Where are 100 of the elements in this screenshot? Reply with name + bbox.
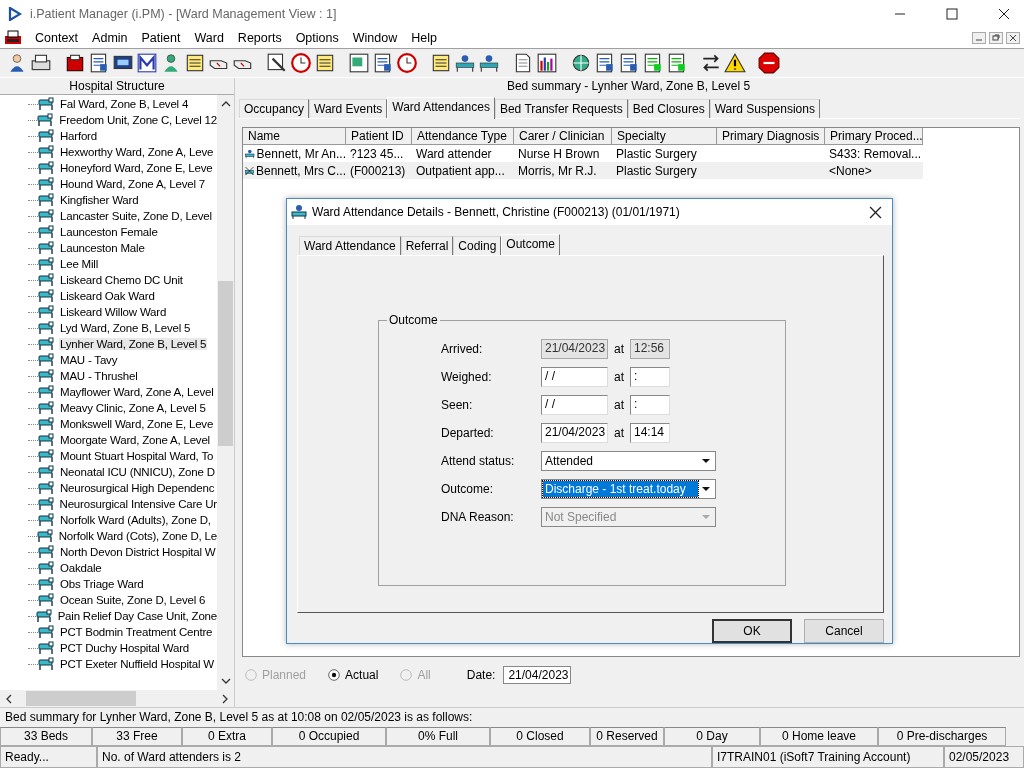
tree-item[interactable]: Ocean Suite, Zone D, Level 6 bbox=[59, 594, 207, 606]
form-icon[interactable] bbox=[88, 52, 110, 74]
table-row[interactable]: Bennett, Mr An... ?123 45... Ward attender Nurse H Brown Plastic Surgery S433: Removal... bbox=[243, 145, 923, 162]
column-header[interactable]: Primary Diagnosis bbox=[717, 128, 825, 145]
tree-item[interactable]: Oakdale bbox=[59, 562, 103, 574]
tree-item[interactable]: Lynher Ward, Zone B, Level 5 bbox=[59, 338, 208, 350]
maximize-icon[interactable] bbox=[946, 8, 958, 20]
printer-icon[interactable] bbox=[4, 30, 22, 46]
tree-item[interactable]: Meavy Clinic, Zone A, Level 5 bbox=[59, 402, 207, 414]
tree-item[interactable]: Launceston Male bbox=[59, 242, 146, 254]
close-icon[interactable] bbox=[998, 8, 1010, 20]
tree-item[interactable]: Pain Relief Day Case Unit, Zone bbox=[56, 610, 218, 622]
stop-sign-icon[interactable] bbox=[758, 52, 780, 74]
scroll-thumb[interactable] bbox=[218, 281, 233, 446]
book-icon[interactable] bbox=[64, 52, 86, 74]
clock-icon[interactable] bbox=[396, 52, 418, 74]
close-icon[interactable] bbox=[1006, 32, 1020, 44]
document-icon[interactable] bbox=[512, 52, 534, 74]
tree-item[interactable]: Harford bbox=[59, 130, 98, 142]
tree-item[interactable]: Liskeard Willow Ward bbox=[59, 306, 168, 318]
scroll-left-icon[interactable] bbox=[6, 693, 12, 704]
tab[interactable]: Ward Attendances bbox=[387, 97, 495, 119]
tree-item[interactable]: Obs Triage Ward bbox=[59, 578, 145, 590]
tree-item[interactable]: Freedom Unit, Zone C, Level 12 bbox=[58, 114, 218, 126]
table-row[interactable]: Bennett, Mrs C... (F000213) Outpatient app... Morris, Mr R.J. Plastic Surgery <None> bbox=[243, 162, 923, 179]
tree-item[interactable]: Lyd Ward, Zone B, Level 5 bbox=[59, 322, 192, 334]
column-header[interactable]: Name bbox=[243, 128, 346, 145]
scroll-thumb[interactable] bbox=[26, 691, 136, 706]
tree-item[interactable]: MAU - Tavy bbox=[59, 354, 119, 366]
tab[interactable]: Outcome bbox=[501, 234, 561, 256]
tab[interactable]: Ward Attendance bbox=[299, 236, 401, 255]
clock-icon[interactable] bbox=[290, 52, 312, 74]
close-icon[interactable] bbox=[869, 205, 882, 219]
radio-button[interactable] bbox=[328, 669, 341, 681]
form-icon[interactable] bbox=[618, 52, 640, 74]
date-field[interactable]: / / bbox=[541, 367, 608, 387]
tree-item[interactable]: Kingfisher Ward bbox=[59, 194, 140, 206]
tab[interactable]: Coding bbox=[453, 236, 502, 255]
tree-item[interactable]: Hound Ward, Zone A, Level 7 bbox=[59, 178, 207, 190]
tree-item[interactable]: Liskeard Chemo DC Unit bbox=[59, 274, 184, 286]
tab[interactable]: Bed Closures bbox=[627, 99, 710, 118]
column-header[interactable]: Primary Proced... bbox=[825, 128, 923, 145]
time-field[interactable]: : bbox=[630, 367, 670, 387]
chart-icon[interactable] bbox=[536, 52, 558, 74]
dropdown[interactable]: Discharge - 1st treat.today bbox=[541, 479, 716, 499]
search-doc-icon[interactable] bbox=[266, 52, 288, 74]
menu-item[interactable]: Ward bbox=[187, 31, 231, 45]
column-header[interactable]: Carer / Clinician bbox=[514, 128, 612, 145]
column-header[interactable]: Specialty bbox=[612, 128, 717, 145]
restore-icon[interactable] bbox=[989, 32, 1003, 44]
form-icon[interactable] bbox=[594, 52, 616, 74]
tree-item[interactable]: Norfolk Ward (Cots), Zone D, Le bbox=[57, 530, 218, 542]
dialog-button[interactable]: Cancel bbox=[804, 619, 884, 643]
radio-label[interactable]: Actual bbox=[345, 668, 379, 682]
tree-item[interactable]: Mount Stuart Hospital Ward, To bbox=[59, 450, 215, 462]
time-field[interactable]: : bbox=[630, 395, 670, 415]
tree-item[interactable]: PCT Bodmin Treatment Centre bbox=[59, 626, 214, 638]
form-icon[interactable] bbox=[666, 52, 688, 74]
picture-doc-icon[interactable] bbox=[348, 52, 370, 74]
note-icon[interactable] bbox=[184, 52, 206, 74]
menu-item[interactable]: Help bbox=[404, 31, 444, 45]
tree-item[interactable]: Norfolk Ward (Adults), Zone D, bbox=[59, 514, 212, 526]
note-icon[interactable] bbox=[430, 52, 452, 74]
tab[interactable]: Bed Transfer Requests bbox=[494, 99, 628, 118]
menu-item[interactable]: Reports bbox=[230, 31, 289, 45]
tree-item[interactable]: Launceston Female bbox=[59, 226, 159, 238]
tree-item[interactable]: PCT Duchy Hospital Ward bbox=[59, 642, 190, 654]
date-field[interactable]: 21/04/2023 bbox=[541, 423, 608, 443]
tree-item[interactable]: Neurosurgical Intensive Care Ur bbox=[58, 498, 218, 510]
form-icon[interactable] bbox=[372, 52, 394, 74]
column-header[interactable]: Patient ID bbox=[346, 128, 412, 145]
tab[interactable]: Referral bbox=[400, 236, 454, 255]
scrollbar[interactable] bbox=[217, 95, 234, 690]
list-icon[interactable] bbox=[314, 52, 336, 74]
tree-item[interactable]: Neonatal ICU (NNICU), Zone D bbox=[59, 466, 216, 478]
menu-item[interactable]: Window bbox=[345, 31, 405, 45]
date-field[interactable]: / / bbox=[541, 395, 608, 415]
tree-item[interactable]: Mayflower Ward, Zone A, Level bbox=[59, 386, 215, 398]
scroll-down-icon[interactable] bbox=[220, 678, 231, 684]
date-field[interactable]: 21/04/2023 bbox=[503, 666, 572, 684]
tree-item[interactable]: Lee Mill bbox=[59, 258, 100, 270]
tree-item[interactable]: Monkswell Ward, Zone E, Leve bbox=[59, 418, 215, 430]
menu-item[interactable]: Admin bbox=[85, 31, 135, 45]
tree-item[interactable]: Liskeard Oak Ward bbox=[59, 290, 156, 302]
tree-item[interactable]: Neurosurgical High Dependenc bbox=[59, 482, 216, 494]
menu-item[interactable]: Options bbox=[288, 31, 346, 45]
tree-item[interactable]: Lancaster Suite, Zone D, Level bbox=[59, 210, 213, 222]
tree-item[interactable]: Hexworthy Ward, Zone A, Leve bbox=[59, 146, 215, 158]
tree-item[interactable]: North Devon District Hospital W bbox=[59, 546, 217, 558]
tab[interactable]: Ward Events bbox=[309, 99, 388, 118]
menu-item[interactable]: Context bbox=[28, 31, 86, 45]
tree-item[interactable]: MAU - Thrushel bbox=[59, 370, 139, 382]
tab[interactable]: Occupancy bbox=[239, 99, 310, 118]
scroll-up-icon[interactable] bbox=[220, 101, 231, 107]
tree-item[interactable]: PCT Exeter Nuffield Hospital W bbox=[59, 658, 215, 670]
time-field[interactable]: 14:14 bbox=[630, 423, 670, 443]
column-header[interactable]: Attendance Type bbox=[412, 128, 514, 145]
menu-item[interactable]: Patient bbox=[134, 31, 188, 45]
tree-item[interactable]: Fal Ward, Zone B, Level 4 bbox=[59, 98, 190, 110]
scrollbar[interactable] bbox=[0, 690, 234, 707]
